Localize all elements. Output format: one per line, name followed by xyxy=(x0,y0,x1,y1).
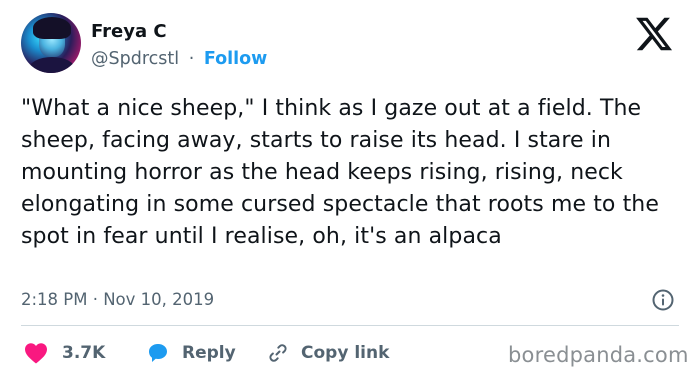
tweet-timestamp[interactable]: 2:18 PM · Nov 10, 2019 xyxy=(21,289,214,311)
tweet-text: "What a nice sheep," I think as I gaze o… xyxy=(21,96,659,249)
watermark: boredpanda.com xyxy=(508,343,689,367)
heart-icon xyxy=(25,343,47,364)
tweet-card: Freya C @Spdrcstl · Follow "What a nice … xyxy=(0,0,700,379)
like-button[interactable]: 3.7K xyxy=(24,340,105,366)
copy-link-button[interactable]: Copy link xyxy=(266,340,389,366)
speech-bubble-icon xyxy=(149,344,167,362)
reply-button[interactable]: Reply xyxy=(146,340,236,366)
author-meta: @Spdrcstl · Follow xyxy=(91,48,267,70)
meta-separator: · xyxy=(188,49,195,69)
avatar[interactable] xyxy=(21,13,81,73)
author-name[interactable]: Freya C xyxy=(91,21,167,43)
like-count: 3.7K xyxy=(62,343,106,363)
reply-label: Reply xyxy=(182,343,236,363)
divider xyxy=(21,325,679,326)
author-handle[interactable]: @Spdrcstl xyxy=(91,49,179,69)
x-logo-icon[interactable] xyxy=(634,14,674,54)
avatar-hair xyxy=(33,17,71,39)
copy-link-label: Copy link xyxy=(301,343,390,363)
avatar-body xyxy=(29,57,75,73)
follow-button[interactable]: Follow xyxy=(204,49,267,69)
info-icon[interactable] xyxy=(651,288,675,312)
link-icon xyxy=(269,344,287,362)
